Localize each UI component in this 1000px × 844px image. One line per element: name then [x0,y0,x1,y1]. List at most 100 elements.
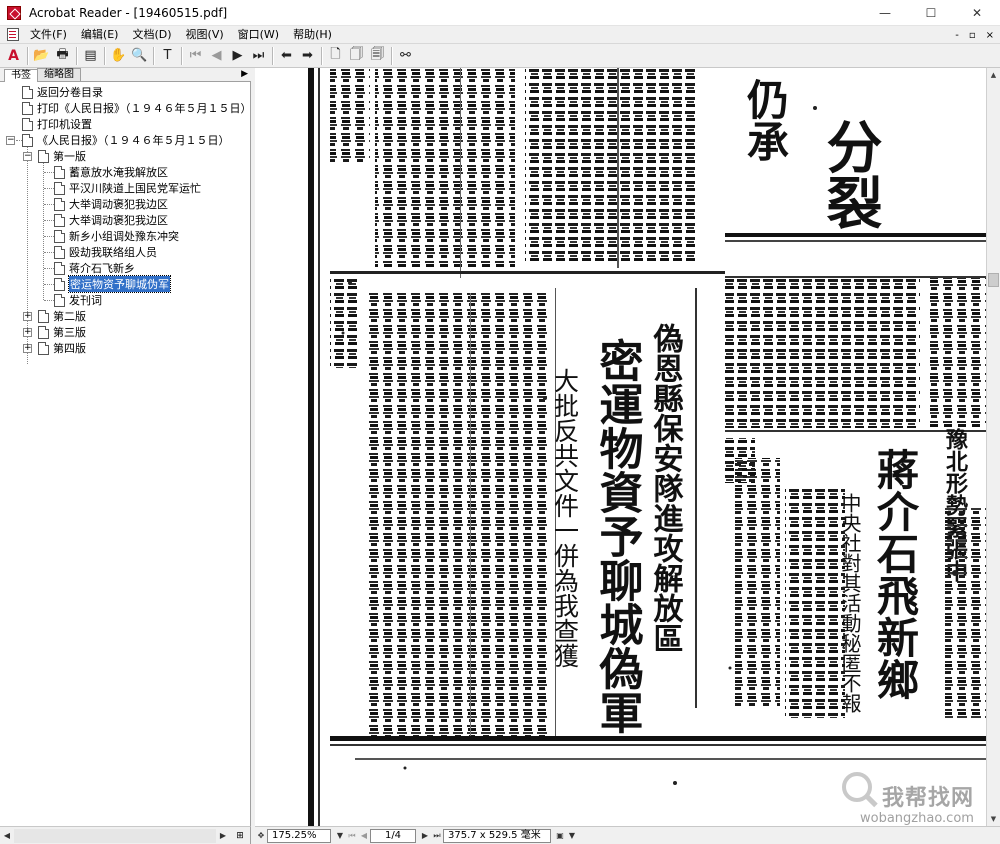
tab-thumbnails[interactable]: 缩略图 [37,68,81,81]
page-number-field[interactable]: 1/4 [370,828,416,843]
show-navigation-pane-icon[interactable]: ▤ [80,46,101,66]
previous-page-status-icon[interactable]: ◀ [358,831,370,840]
zoom-dropdown-arrow-icon[interactable]: ▼ [334,831,346,840]
bookmark-edition-2[interactable]: 第二版 [38,308,86,324]
tree-connector [44,188,54,189]
bookmark-page-icon [54,229,65,243]
doc-close-button[interactable]: × [986,30,994,41]
toolbar-separator [391,46,392,65]
hand-tool-icon[interactable]: ✋ [108,46,129,66]
bookmark-edition-1[interactable]: 第一版 [38,148,86,164]
headline-reng-cheng: 仍承 [741,78,790,162]
document-viewport[interactable]: 分裂 仍承 偽恩縣保安隊進攻解放區 密運物資予聊城偽軍 大批反共文件一併為我查獲… [255,68,986,826]
adobe-logo-icon[interactable]: A [3,46,24,66]
fit-width-icon[interactable]: 🗐 [367,46,388,66]
headline-en-xian: 偽恩縣保安隊進攻解放區 [648,323,685,653]
bookmark-pane-scrollbar[interactable]: ◀ ▶ ⊞ [0,826,251,844]
bookmark-article-9[interactable]: 发刊词 [54,292,102,308]
pane-resize-grip-icon[interactable]: ⊞ [230,831,250,841]
last-page-icon[interactable]: ⏭ [248,46,269,66]
next-page-icon[interactable]: ▶ [227,46,248,66]
open-folder-icon[interactable]: 📂 [31,46,52,66]
scroll-track[interactable] [14,828,216,843]
expander-plus-icon[interactable]: + [23,344,32,353]
tree-connector [44,300,54,301]
first-page-status-icon[interactable]: ⏮ [346,831,358,841]
tree-connector [43,163,44,300]
doc-minimize-button[interactable]: - [955,30,959,41]
toolbar-separator [272,46,273,65]
bookmark-article-8-selected[interactable]: 密运物资予聊城伪军 [54,275,171,293]
last-page-status-icon[interactable]: ⏭ [431,831,443,841]
doc-restore-button[interactable]: ▫ [969,30,976,41]
menu-view[interactable]: 视图(V) [179,26,231,44]
text-select-tool-icon[interactable]: T [157,46,178,66]
expander-plus-icon[interactable]: + [23,312,32,321]
tree-connector [44,236,54,237]
menu-document[interactable]: 文档(D) [125,26,178,44]
toolbar-separator [321,46,322,65]
menu-window[interactable]: 窗口(W) [231,26,286,44]
bookmark-printer-setup[interactable]: 打印机设置 [22,116,92,132]
tree-connector [44,204,54,205]
expander-plus-icon[interactable]: + [23,328,32,337]
bookmark-article-5[interactable]: 新乡小组调处豫东冲突 [54,228,179,244]
print-icon[interactable]: 🖶 [52,46,73,66]
bookmark-article-3[interactable]: 大举调动褒犯我边区 [54,196,168,212]
window-title: Acrobat Reader - [19460515.pdf] [29,5,228,20]
fit-page-icon[interactable]: 🗍 [346,46,367,66]
bookmark-article-1[interactable]: 蓄意放水淹我解放区 [54,164,168,180]
menu-edit[interactable]: 编辑(E) [74,26,126,44]
scroll-up-arrow-icon[interactable]: ▲ [987,68,1000,82]
scroll-thumb[interactable] [988,273,999,287]
go-back-icon[interactable]: ⬅ [276,46,297,66]
bookmark-article-4[interactable]: 大举调动褒犯我边区 [54,212,168,228]
bookmark-article-7[interactable]: 蒋介石飞新乡 [54,260,135,276]
go-forward-icon[interactable]: ➡ [297,46,318,66]
actual-size-icon[interactable]: 🗋 [325,46,346,66]
tree-connector [44,284,54,285]
menu-help[interactable]: 帮助(H) [286,26,339,44]
scroll-right-arrow-icon[interactable]: ▶ [216,828,230,844]
bookmark-page-icon [54,213,65,227]
bookmark-root-newspaper[interactable]: 《人民日报》（１９４６年５月１５日） [22,132,230,148]
zoom-level-field[interactable]: 175.25% [267,828,331,843]
tree-connector [44,220,54,221]
maximize-button[interactable]: ☐ [908,0,954,26]
find-binoculars-icon[interactable]: ⚯ [395,46,416,66]
page-size-display: 375.7 x 529.5 毫米 [443,828,551,843]
zoom-tool-icon[interactable]: 🔍 [129,46,150,66]
expander-minus-icon[interactable]: − [23,152,32,161]
bookmark-page-icon [38,325,49,339]
layout-dropdown-arrow-icon[interactable]: ▼ [566,831,578,840]
document-vertical-scrollbar[interactable]: ▲ ▼ [986,68,1000,826]
minimize-button[interactable]: — [862,0,908,26]
bookmark-article-6[interactable]: 殴劫我联络组人员 [54,244,157,260]
bookmark-page-icon [54,245,65,259]
bookmark-edition-4[interactable]: 第四版 [38,340,86,356]
bookmark-page-icon [22,117,33,131]
watermark-text: 我帮找网 [882,786,975,811]
close-button[interactable]: ✕ [954,0,1000,26]
bookmark-print[interactable]: 打印《人民日报》（１９４６年５月１５日） [22,100,250,116]
bookmark-page-icon [54,293,65,307]
page-layout-icon[interactable]: ▣ [554,831,566,840]
panel-menu-arrow-icon[interactable]: ▶ [241,69,248,79]
next-page-status-icon[interactable]: ▶ [419,831,431,840]
toolbar: A 📂 🖶 ▤ ✋ 🔍 T ⏮ ◀ ▶ ⏭ ⬅ ➡ 🗋 🗍 🗐 ⚯ [0,44,1000,68]
expander-minus-icon[interactable]: − [6,136,15,145]
bookmark-article-2[interactable]: 平汉川陕道上国民党军运忙 [54,180,201,196]
bookmark-edition-3[interactable]: 第三版 [38,324,86,340]
watermark-url: wobangzhao.com [860,811,974,826]
bookmark-page-icon [38,341,49,355]
tab-bookmarks[interactable]: 书签 [4,69,38,82]
scroll-left-arrow-icon[interactable]: ◀ [0,828,14,844]
bookmark-page-icon [22,133,33,147]
bookmark-return-index[interactable]: 返回分卷目录 [22,84,103,100]
previous-page-icon[interactable]: ◀ [206,46,227,66]
menu-file[interactable]: 文件(F) [23,26,74,44]
bookmark-page-icon [54,165,65,179]
first-page-icon[interactable]: ⏮ [185,46,206,66]
document-icon[interactable] [7,28,19,41]
zoom-expand-icon[interactable]: ✥ [255,831,267,840]
